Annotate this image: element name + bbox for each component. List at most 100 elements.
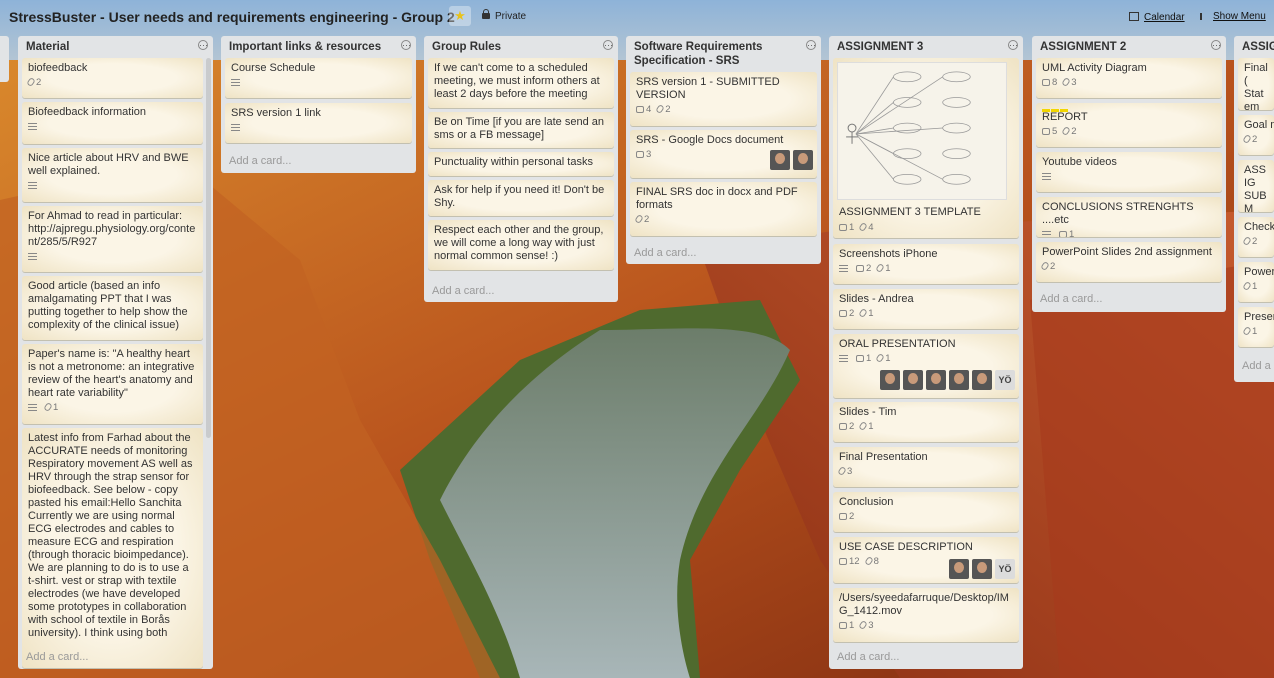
list-title[interactable]: Important links & resources (221, 36, 416, 54)
attachment-badge: 2 (26, 77, 41, 89)
member-avatar[interactable] (903, 370, 923, 390)
list-card[interactable]: CONCLUSIONS STRENGHTS ....etc 1 (1036, 197, 1222, 237)
list-card[interactable]: Latest info from Farhad about the ACCURA… (22, 428, 203, 668)
list-title[interactable]: Software Requirements Specification - SR… (626, 36, 821, 68)
paperclip-icon (1061, 77, 1072, 88)
comment-icon (839, 557, 847, 565)
list-menu-icon[interactable]: ⋯ (401, 40, 411, 50)
list-card[interactable]: SRS - Google Docs document 3 (630, 130, 817, 178)
card-label (1060, 109, 1068, 112)
list-title[interactable]: Group Rules (424, 36, 618, 54)
add-card-link[interactable]: Add a card... (229, 155, 291, 167)
list-menu-icon[interactable]: ⋯ (603, 40, 613, 50)
star-board-button[interactable]: ★ (449, 6, 471, 26)
member-avatar[interactable] (926, 370, 946, 390)
list-menu-icon[interactable]: ⋯ (1008, 40, 1018, 50)
list-card[interactable]: PowerPoint Slides 2nd assignment 2 (1036, 242, 1222, 282)
list-card[interactable]: Goal m 2 (1238, 115, 1274, 155)
list-card[interactable]: Slides - Andrea 21 (833, 289, 1019, 329)
list-card[interactable]: UML Activity Diagram 83 (1036, 58, 1222, 98)
list-assignment-partial: ASSIG Final ( Statem 1 Goal m 2 ASSIG SU… (1234, 36, 1274, 382)
board-title[interactable]: StressBuster - User needs and requiremen… (9, 9, 455, 25)
list-card[interactable]: Slides - Tim 21 (833, 402, 1019, 442)
list-card[interactable]: Power 1 (1238, 262, 1274, 302)
attachment-badge: 3 (858, 620, 874, 632)
paperclip-icon (26, 77, 36, 88)
member-initials-avatar[interactable]: YÖ (995, 370, 1015, 390)
list-card[interactable]: ASSIGNMENT 3 TEMPLATE 14 (833, 58, 1019, 238)
list-card[interactable]: Preser 1 (1238, 307, 1274, 347)
card-title: ASSIGNMENT 3 TEMPLATE (839, 206, 981, 218)
list-menu-icon[interactable]: ⋯ (1211, 40, 1221, 50)
list-card[interactable]: If we can't come to a scheduled meeting,… (428, 58, 614, 108)
list-card[interactable]: Check 2 (1238, 217, 1274, 257)
list-title[interactable]: ASSIG (1234, 36, 1274, 54)
list-card[interactable]: Youtube videos (1036, 152, 1222, 192)
comment-icon (839, 422, 847, 430)
member-avatar[interactable] (793, 150, 813, 170)
list-card[interactable]: Conclusion 2 (833, 492, 1019, 532)
member-avatar[interactable] (880, 370, 900, 390)
paperclip-icon (43, 402, 53, 413)
card-title: UML Activity Diagram (1042, 62, 1147, 74)
add-card-link[interactable]: Add a card... (26, 651, 88, 663)
list-card[interactable]: Ask for help if you need it! Don't be Sh… (428, 180, 614, 216)
card-title: FINAL SRS doc in docx and PDF formats (636, 186, 798, 211)
member-avatar[interactable] (949, 370, 969, 390)
list-group-rules: Group Rules ⋯ If we can't come to a sche… (424, 36, 618, 302)
list-card[interactable]: Biofeedback information (22, 102, 203, 144)
list-card[interactable]: /Users/syeedafarruque/Desktop/IMG_1412.m… (833, 588, 1019, 642)
list-card[interactable]: ASSIG SUBM 2 (1238, 160, 1274, 212)
list-card[interactable]: Course Schedule (225, 58, 412, 98)
list-title[interactable]: ASSIGNMENT 2 (1032, 36, 1226, 54)
privacy-indicator[interactable]: Private (482, 9, 527, 22)
list-menu-icon[interactable]: ⋯ (198, 40, 208, 50)
list-card[interactable]: FINAL SRS doc in docx and PDF formats 2 (630, 182, 817, 236)
card-title: If we can't come to a scheduled meeting,… (434, 62, 600, 100)
add-card-link[interactable]: Add a card... (432, 285, 494, 297)
list-card[interactable]: SRS version 1 - SUBMITTED VERSION 42 (630, 72, 817, 126)
list-card[interactable]: Screenshots iPhone 21 (833, 244, 1019, 284)
add-card-link[interactable]: Add a card... (1040, 293, 1102, 305)
card-title: Good article (based an info amalgamating… (28, 280, 188, 331)
list-card[interactable]: Nice article about HRV and BWE well expl… (22, 148, 203, 202)
list-card[interactable]: SRS version 1 link (225, 103, 412, 143)
member-avatar[interactable] (972, 559, 992, 579)
list-card[interactable]: Final ( Statem 1 (1238, 58, 1274, 110)
card-label (1051, 109, 1059, 112)
list-card[interactable]: Be on Time [if you are late send an sms … (428, 112, 614, 148)
member-initials-avatar[interactable]: YÖ (995, 559, 1015, 579)
calendar-link[interactable]: Calendar (1129, 11, 1185, 23)
add-card-link[interactable]: Add a card... (634, 247, 696, 259)
list-card[interactable]: Respect each other and the group, we wil… (428, 220, 614, 270)
card-title: Slides - Tim (839, 406, 897, 418)
privacy-label: Private (495, 11, 527, 22)
show-menu-link[interactable]: Show Menu (1200, 11, 1266, 22)
member-avatar[interactable] (972, 370, 992, 390)
list-card[interactable]: USE CASE DESCRIPTION 12 8 YÖ (833, 537, 1019, 583)
board-canvas: Material ⋯ biofeedback 2 Biofeedback inf… (0, 36, 1274, 678)
list-card[interactable]: biofeedback 2 (22, 58, 203, 98)
card-title: USE CASE DESCRIPTION (839, 541, 973, 553)
card-members (770, 150, 813, 170)
list-important-links: Important links & resources ⋯ Course Sch… (221, 36, 416, 173)
paperclip-icon (858, 308, 869, 319)
list-scrollbar[interactable] (206, 58, 211, 438)
list-card[interactable]: Good article (based an info amalgamating… (22, 276, 203, 340)
member-avatar[interactable] (949, 559, 969, 579)
list-card[interactable]: Punctuality within personal tasks (428, 152, 614, 176)
list-menu-icon[interactable]: ⋯ (806, 40, 816, 50)
comment-icon (839, 223, 847, 231)
add-card-link[interactable]: Add a (1242, 360, 1271, 372)
list-card[interactable]: For Ahmad to read in particular: http://… (22, 206, 203, 272)
description-icon (1042, 172, 1051, 180)
list-title[interactable]: Material (18, 36, 213, 54)
add-card-link[interactable]: Add a card... (837, 651, 899, 663)
list-card[interactable]: ORAL PRESENTATION 11 YÖ (833, 334, 1019, 398)
list-card[interactable]: Paper's name is: "A healthy heart is not… (22, 344, 203, 424)
card-title: SRS version 1 - SUBMITTED VERSION (636, 76, 780, 101)
member-avatar[interactable] (770, 150, 790, 170)
list-card[interactable]: Final Presentation 3 (833, 447, 1019, 487)
list-title[interactable]: ASSIGNMENT 3 (829, 36, 1023, 54)
list-card[interactable]: REPORT 52 (1036, 103, 1222, 147)
